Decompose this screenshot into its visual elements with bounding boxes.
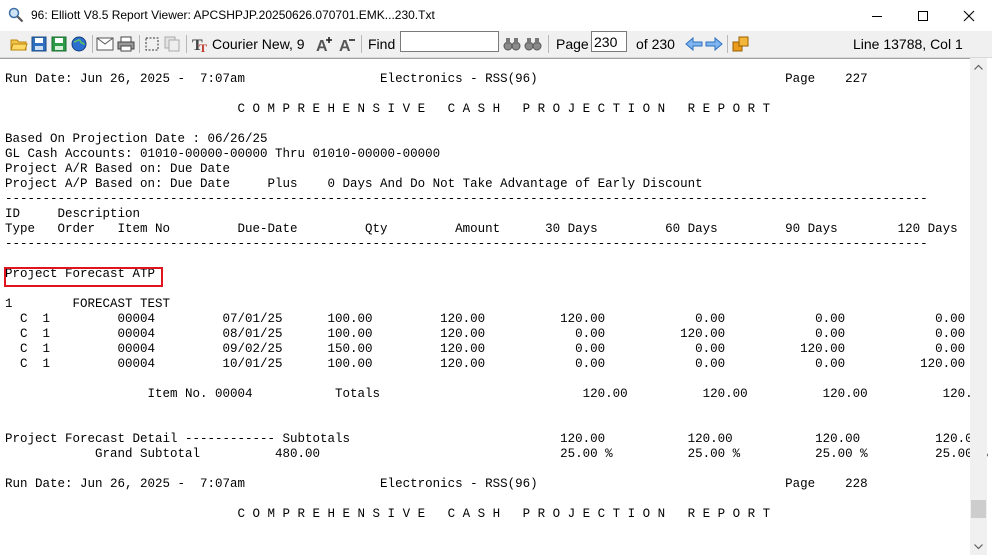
title-bar: 96: Elliott V8.5 Report Viewer: APCSHPJP… bbox=[0, 0, 992, 31]
increase-font-button[interactable]: A bbox=[316, 35, 334, 53]
toolbar-separator bbox=[548, 35, 549, 53]
page-count: of 230 bbox=[636, 35, 675, 53]
scroll-thumb[interactable] bbox=[971, 500, 986, 518]
save-as-icon bbox=[51, 36, 67, 52]
magnifier-app-icon[interactable] bbox=[8, 7, 24, 23]
decrease-font-icon: A bbox=[339, 38, 355, 53]
report-line: ----------------------------------------… bbox=[5, 237, 928, 251]
page-label-text: Page bbox=[556, 36, 589, 52]
increase-font-icon: A bbox=[316, 37, 332, 53]
font-name-text: Courier New, 9 bbox=[212, 36, 305, 52]
find-label: Find bbox=[368, 35, 395, 53]
toolbar: TT Courier New, 9 A A Find Page of 230 L… bbox=[0, 31, 992, 58]
font-tt-icon: TT bbox=[192, 37, 207, 53]
cursor-position: Line 13788, Col 1 bbox=[853, 35, 963, 53]
report-line: 1 FORECAST TEST bbox=[5, 297, 171, 311]
scroll-up-button[interactable] bbox=[970, 58, 987, 75]
font-name-label[interactable]: Courier New, 9 bbox=[212, 35, 305, 53]
report-text: Run Date: Jun 26, 2025 - 7:07am Electron… bbox=[5, 72, 988, 522]
svg-text:T: T bbox=[199, 41, 207, 53]
page-number-input[interactable] bbox=[591, 31, 627, 52]
report-line: Run Date: Jun 26, 2025 - 7:07am Electron… bbox=[5, 477, 868, 491]
report-line: Run Date: Jun 26, 2025 - 7:07am Electron… bbox=[5, 72, 868, 86]
email-button[interactable] bbox=[96, 35, 114, 53]
email-icon bbox=[96, 37, 114, 51]
arrow-right-icon bbox=[705, 36, 723, 52]
copy-icon bbox=[164, 36, 180, 52]
minimize-icon bbox=[872, 15, 882, 17]
report-line: ID Description bbox=[5, 207, 141, 221]
minimize-button[interactable] bbox=[854, 0, 900, 31]
toolbar-separator bbox=[186, 35, 187, 53]
save-button[interactable] bbox=[31, 35, 47, 53]
cursor-position-text: Line 13788, Col 1 bbox=[853, 36, 963, 52]
report-line: C 1 00004 08/01/25 100.00 120.00 0.00 12… bbox=[5, 327, 966, 341]
font-button[interactable]: TT bbox=[192, 35, 210, 53]
page-count-text: of 230 bbox=[636, 36, 675, 52]
toolbar-separator bbox=[361, 35, 362, 53]
toolbar-separator bbox=[139, 35, 140, 53]
print-button[interactable] bbox=[117, 35, 135, 53]
maximize-icon bbox=[918, 10, 928, 21]
arrow-left-icon bbox=[685, 36, 703, 52]
decrease-font-button[interactable]: A bbox=[339, 35, 357, 53]
report-line: Project Forecast Detail ------------ Sub… bbox=[5, 432, 981, 446]
highlight-box bbox=[4, 267, 163, 287]
save-icon bbox=[31, 36, 47, 52]
report-line: Project A/P Based on: Due Date Plus 0 Da… bbox=[5, 177, 703, 191]
report-line: C 1 00004 10/01/25 100.00 120.00 0.00 0.… bbox=[5, 357, 966, 371]
report-line: C 1 00004 07/01/25 100.00 120.00 120.00 … bbox=[5, 312, 966, 326]
export-button[interactable] bbox=[732, 35, 750, 53]
report-viewport[interactable]: Run Date: Jun 26, 2025 - 7:07am Electron… bbox=[0, 58, 988, 556]
toolbar-separator bbox=[727, 35, 728, 53]
export-icon bbox=[732, 36, 749, 52]
web-button[interactable] bbox=[71, 35, 87, 53]
report-line: Project A/R Based on: Due Date bbox=[5, 162, 231, 176]
window-title: 96: Elliott V8.5 Report Viewer: APCSHPJP… bbox=[31, 8, 435, 22]
globe-icon bbox=[71, 36, 87, 52]
report-line: C 1 00004 09/02/25 150.00 120.00 0.00 0.… bbox=[5, 342, 966, 356]
select-button[interactable] bbox=[144, 35, 160, 53]
vertical-scrollbar[interactable] bbox=[970, 58, 987, 555]
find-next-button[interactable] bbox=[524, 35, 542, 53]
save-as-button[interactable] bbox=[51, 35, 67, 53]
report-line: Item No. 00004 Totals 120.00 120.00 120.… bbox=[5, 387, 988, 401]
scroll-down-button[interactable] bbox=[970, 538, 987, 555]
select-rectangle-icon bbox=[145, 37, 159, 51]
find-label-text: Find bbox=[368, 36, 396, 52]
binoculars-icon bbox=[503, 38, 521, 51]
previous-page-button[interactable] bbox=[685, 35, 703, 53]
report-line: ----------------------------------------… bbox=[5, 192, 928, 206]
close-button[interactable] bbox=[946, 0, 992, 31]
maximize-button[interactable] bbox=[900, 0, 946, 31]
find-previous-button[interactable] bbox=[503, 35, 521, 53]
report-line: C O M P R E H E N S I V E C A S H P R O … bbox=[5, 102, 771, 116]
printer-icon bbox=[117, 36, 135, 52]
copy-button[interactable] bbox=[164, 35, 180, 53]
chevron-down-icon bbox=[974, 543, 983, 549]
report-line: GL Cash Accounts: 01010-00000-00000 Thru… bbox=[5, 147, 441, 161]
toolbar-separator bbox=[92, 35, 93, 53]
report-line: C O M P R E H E N S I V E C A S H P R O … bbox=[5, 507, 771, 521]
find-input[interactable] bbox=[400, 31, 499, 52]
report-line: Type Order Item No Due-Date Qty Amount 3… bbox=[5, 222, 958, 236]
report-line: Grand Subtotal 480.00 25.00 % 25.00 % 25… bbox=[5, 447, 988, 461]
report-line: Based On Projection Date : 06/26/25 bbox=[5, 132, 268, 146]
page-label: Page bbox=[556, 35, 589, 53]
open-folder-button[interactable] bbox=[10, 35, 28, 53]
next-page-button[interactable] bbox=[705, 35, 723, 53]
chevron-up-icon bbox=[974, 64, 983, 70]
close-icon bbox=[963, 10, 975, 21]
binoculars-icon bbox=[524, 38, 542, 51]
open-folder-icon bbox=[10, 39, 28, 51]
